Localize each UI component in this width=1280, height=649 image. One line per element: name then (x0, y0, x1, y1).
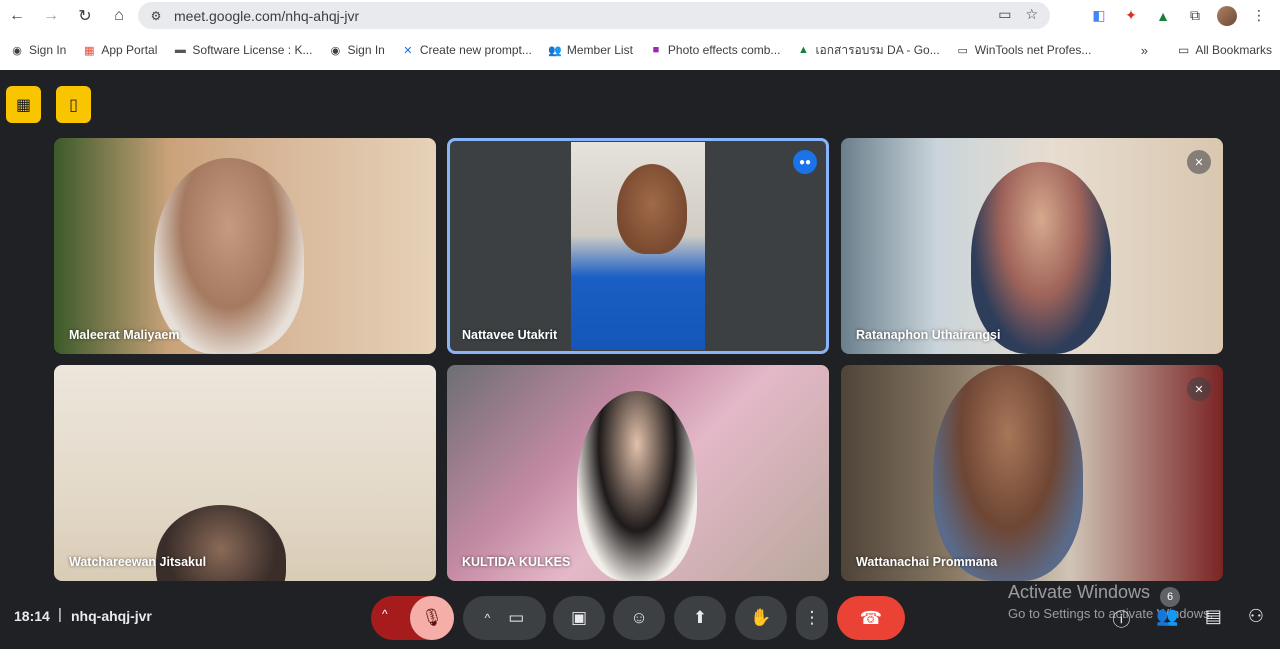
participant-name: Maleerat Maliyaem (69, 328, 180, 342)
reload-icon[interactable]: ↻ (68, 0, 102, 31)
participant-face (617, 164, 687, 254)
more-vert-icon: ⋮ (803, 608, 821, 627)
camera-options-chevron-icon[interactable]: ^ (485, 611, 491, 625)
drive-icon: ▲ (797, 44, 809, 56)
back-arrow-icon[interactable]: ← (0, 0, 34, 31)
participant-video (571, 142, 705, 350)
participant-name: Wattanachai Prommana (856, 555, 998, 569)
participant-video (156, 505, 286, 581)
bookmark-item[interactable]: 👥 Member List (540, 36, 641, 64)
participant-name: Ratanaphon Uthairangsi (856, 328, 1001, 342)
profile-avatar[interactable] (1216, 5, 1238, 27)
captions-hidden-icon[interactable]: ▦ (6, 86, 41, 123)
video-tile[interactable]: ✕ Ratanaphon Uthairangsi (841, 138, 1223, 354)
participant-name: Nattavee Utakrit (462, 328, 558, 342)
room-exit-icon[interactable]: ▯ (56, 86, 91, 123)
participant-name: Watchareewan Jitsakul (69, 555, 207, 569)
participant-video (154, 158, 304, 354)
menu-kebab-icon[interactable]: ⋮ (1248, 5, 1270, 27)
mic-options-chevron-icon[interactable]: ^ (382, 607, 388, 621)
captions-button[interactable]: ▣ (553, 596, 605, 640)
megaphone-extension-icon[interactable]: ✦ (1120, 5, 1142, 27)
mic-off-icon: ✕ (1187, 377, 1211, 401)
camera-permission-icon[interactable]: ▭ (998, 6, 1011, 23)
url-text[interactable]: meet.google.com/nhq-ahqj-jvr (174, 8, 359, 24)
emoji-icon: ☺ (630, 608, 648, 627)
video-tile[interactable]: ●● Nattavee Utakrit (447, 138, 829, 354)
translate-extension-icon[interactable]: ◧ (1088, 5, 1110, 27)
bookmark-item[interactable]: ◉ Sign In (2, 36, 74, 64)
address-bar[interactable]: ⚙ meet.google.com/nhq-ahqj-jvr ▭ ☆ (138, 2, 1050, 29)
apps-icon: ▦ (84, 44, 95, 57)
bookmark-star-icon[interactable]: ☆ (1025, 6, 1038, 23)
present-button[interactable]: ⬆ (674, 596, 726, 640)
prompt-icon: ✕ (403, 44, 413, 57)
bookmark-item[interactable]: ✕ Create new prompt... (393, 36, 540, 64)
meeting-clock: 18:14 (14, 608, 50, 624)
side-panel-buttons: ⓘ 👥 ▤ ⚇ (1112, 606, 1264, 632)
reactions-button[interactable]: ☺ (613, 596, 665, 640)
bookmark-item[interactable]: ◉ Sign In (320, 36, 392, 64)
bookmarks-overflow-button[interactable]: » (1141, 36, 1148, 64)
license-icon: ▬ (174, 44, 186, 56)
activation-watermark-title: Activate Windows (1008, 582, 1151, 602)
folder-icon: ▭ (1177, 43, 1190, 57)
participant-video (933, 365, 1083, 581)
present-screen-icon: ⬆ (692, 608, 708, 627)
globe-icon: ◉ (330, 44, 341, 57)
forward-arrow-icon[interactable]: → (34, 0, 68, 31)
mic-muted-button[interactable]: 🎙 (410, 596, 454, 640)
bookmark-item[interactable]: ▲ เอกสารอบรม DA - Go... (788, 36, 947, 64)
bookmarks-gap (0, 64, 1280, 70)
people-icon[interactable]: 👥 (1156, 606, 1178, 632)
clock-separator: | (58, 606, 62, 623)
info-icon[interactable]: ⓘ (1112, 606, 1130, 632)
camera-icon[interactable]: ▭ (508, 608, 524, 628)
camera-control-group: ^ ▭ (463, 596, 546, 640)
activities-icon[interactable]: ⚇ (1248, 606, 1264, 632)
mic-off-icon: 🎙 (421, 608, 443, 627)
photo-icon: ■ (652, 44, 660, 56)
meeting-code: nhq-ahqj-jvr (71, 608, 152, 624)
people-icon: 👥 (548, 44, 562, 57)
hang-up-icon: ☎ (859, 607, 883, 628)
speaking-indicator-icon: ●● (793, 150, 817, 174)
bookmark-item[interactable]: ■ Photo effects comb... (641, 36, 789, 64)
chat-icon[interactable]: ▤ (1205, 606, 1222, 632)
extensions-area: ◧ ✦ ▲ ⧉ ⋮ (1088, 0, 1280, 31)
raise-hand-button[interactable]: ✋ (735, 596, 787, 640)
home-icon[interactable]: ⌂ (102, 0, 136, 31)
monitor-icon: ▭ (957, 44, 968, 57)
hand-icon: ✋ (750, 608, 772, 627)
mic-off-icon: ✕ (1187, 150, 1211, 174)
bookmark-item[interactable]: ▦ App Portal (74, 36, 165, 64)
extensions-puzzle-icon[interactable]: ⧉ (1184, 5, 1206, 27)
participant-video (577, 391, 697, 581)
video-tile[interactable]: Maleerat Maliyaem (54, 138, 436, 354)
bookmark-item[interactable]: ▭ WinTools net Profes... (948, 36, 1100, 64)
bookmark-item[interactable]: ▬ Software License : K... (165, 36, 320, 64)
bookmarks-bar: ◉ Sign In ▦ App Portal ▬ Software License :… (0, 36, 1280, 64)
all-bookmarks-button[interactable]: ▭ All Bookmarks (1178, 36, 1272, 64)
more-options-button[interactable]: ⋮ (796, 596, 828, 640)
drive-extension-icon[interactable]: ▲ (1152, 5, 1174, 27)
participant-name: KULTIDA KULKES (462, 555, 571, 569)
captions-icon: ▣ (570, 608, 588, 627)
video-tile[interactable]: ✕ Wattanachai Prommana (841, 365, 1223, 581)
site-settings-icon[interactable]: ⚙ (148, 8, 164, 24)
leave-call-button[interactable]: ☎ (837, 596, 905, 640)
video-tile[interactable]: KULTIDA KULKES (447, 365, 829, 581)
participant-video (971, 162, 1111, 354)
video-tile[interactable]: Watchareewan Jitsakul (54, 365, 436, 581)
globe-icon: ◉ (12, 44, 22, 57)
people-count-badge: 6 (1160, 587, 1180, 607)
